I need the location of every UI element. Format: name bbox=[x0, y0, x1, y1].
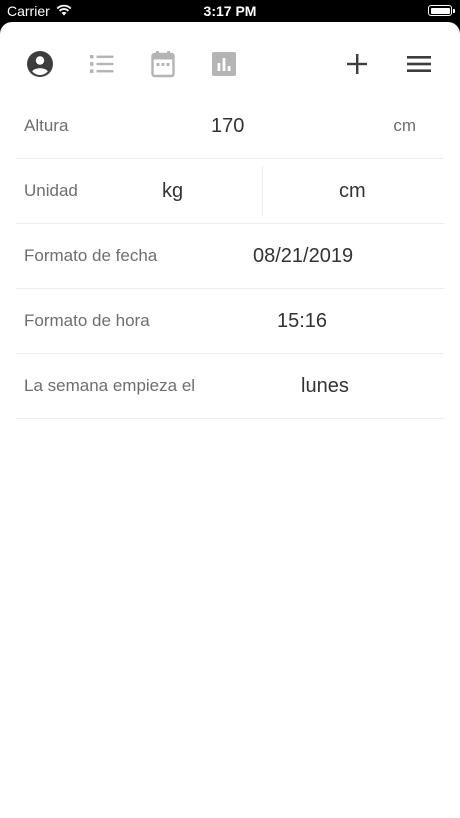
profile-icon[interactable] bbox=[25, 49, 55, 79]
setting-row-height: Altura 170 cm bbox=[16, 94, 444, 159]
calendar-icon[interactable] bbox=[148, 49, 178, 79]
height-value[interactable]: 170 bbox=[211, 94, 244, 158]
menu-icon[interactable] bbox=[404, 49, 434, 79]
time-format-value[interactable]: 15:16 bbox=[277, 289, 327, 353]
setting-row-unit: Unidad kg cm bbox=[16, 159, 444, 224]
week-start-label: La semana empieza el bbox=[24, 376, 196, 395]
chart-icon[interactable] bbox=[209, 49, 239, 79]
date-format-value[interactable]: 08/21/2019 bbox=[253, 224, 353, 288]
setting-row-time-format: Formato de hora 15:16 bbox=[16, 289, 444, 354]
height-label: Altura bbox=[24, 116, 69, 135]
unit-option-kg[interactable]: kg bbox=[162, 159, 183, 223]
date-format-label: Formato de fecha bbox=[24, 246, 158, 265]
settings-sheet: Altura 170 cm Unidad kg cm Formato de fe… bbox=[0, 22, 460, 818]
height-unit: cm bbox=[393, 116, 416, 135]
unit-label: Unidad bbox=[24, 181, 78, 200]
time-format-label: Formato de hora bbox=[24, 311, 150, 330]
unit-option-cm[interactable]: cm bbox=[339, 159, 366, 223]
status-time: 3:17 PM bbox=[203, 3, 257, 19]
battery-icon bbox=[428, 5, 455, 16]
status-bar: Carrier 3:17 PM bbox=[0, 0, 460, 22]
add-icon[interactable] bbox=[342, 49, 372, 79]
setting-row-week-start: La semana empieza el lunes bbox=[16, 354, 444, 419]
settings-list: Altura 170 cm Unidad kg cm Formato de fe… bbox=[16, 94, 444, 419]
setting-row-date-format: Formato de fecha 08/21/2019 bbox=[16, 224, 444, 289]
list-icon[interactable] bbox=[87, 49, 117, 79]
week-start-value[interactable]: lunes bbox=[301, 354, 349, 418]
unit-divider bbox=[262, 166, 263, 216]
